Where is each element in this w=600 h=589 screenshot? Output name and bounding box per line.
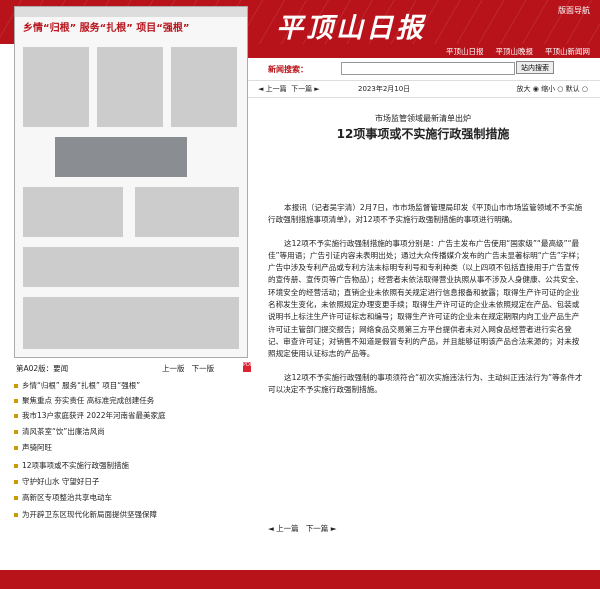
list-item-label: 乡情“归根” 服务“扎根” 项目“强根” bbox=[22, 381, 141, 390]
prev-label: 上一篇 bbox=[265, 85, 287, 93]
bullet-icon bbox=[14, 464, 18, 468]
list-item-label: 为开辟卫东区现代化新局面提供坚强保障 bbox=[22, 510, 157, 519]
bullet-icon bbox=[14, 480, 18, 484]
list-item[interactable]: 乡情“归根” 服务“扎根” 项目“强根” bbox=[14, 380, 140, 391]
article-toolbar: ◄ 上一篇 下一篇 ► 2023年2月10日 放大 ◉ 缩小 ○ 默认 ○ bbox=[246, 80, 600, 98]
list-item[interactable]: 我市13户家庭获评 2022年河南省最美家庭 bbox=[14, 410, 166, 421]
paper-masthead bbox=[15, 7, 247, 17]
article-paragraph: 这12项不予实施行政强制措施的事项分别是：广告主发布广告使用“国家级”“最高级”… bbox=[268, 238, 584, 359]
page-guide-link[interactable]: 版面导航 bbox=[558, 5, 590, 16]
list-item[interactable]: 守护好山水 守望好日子 bbox=[14, 476, 99, 487]
search-input[interactable] bbox=[341, 62, 515, 75]
list-item-label: 聚焦重点 夯实责任 高标准完成创建任务 bbox=[22, 396, 155, 405]
list-item-label: 高新区专项整治共享电动车 bbox=[22, 493, 112, 502]
article-subtitle: 市场监管领域最新清单出炉 bbox=[375, 114, 471, 123]
page-turn-controls: 上一版 下一版 bbox=[162, 363, 214, 374]
issue-date: 2023年2月10日 bbox=[358, 85, 411, 93]
bottom-next-label: 下一篇 bbox=[305, 524, 329, 533]
article-paragraph: 本报讯（记者吴宇清）2月7日，市市场监督管理局印发《平顶山市市场监管领域不予实施… bbox=[268, 203, 583, 225]
article-body: 本报讯（记者吴宇清）2月7日，市市场监督管理局印发《平顶山市市场监管领域不予实施… bbox=[268, 202, 586, 396]
site-footer bbox=[0, 570, 600, 589]
next-article-link[interactable]: 下一篇 ► bbox=[289, 85, 320, 93]
paper-text-block bbox=[23, 247, 239, 287]
paper-text-block bbox=[23, 47, 89, 127]
bullet-icon bbox=[14, 399, 18, 403]
bullet-icon bbox=[14, 513, 18, 517]
font-enlarge-option[interactable]: 放大 ◉ bbox=[517, 85, 539, 93]
prev-page-button[interactable]: 上一版 bbox=[162, 364, 185, 373]
font-default-option[interactable]: 默认 ○ bbox=[566, 85, 588, 93]
pdf-icon[interactable]: PDF bbox=[243, 362, 253, 372]
font-shrink-option[interactable]: 缩小 ○ bbox=[541, 85, 563, 93]
newspaper-page-image[interactable]: 乡情“归根” 服务“扎根” 项目“强根” bbox=[14, 6, 248, 358]
bullet-icon bbox=[14, 384, 18, 388]
font-shrink-label: 缩小 bbox=[541, 85, 556, 93]
font-enlarge-label: 放大 bbox=[516, 85, 531, 93]
prev-next-group: ◄ 上一篇 下一篇 ► bbox=[258, 84, 320, 94]
bottom-next-link[interactable]: 下一篇 ► bbox=[306, 524, 337, 533]
page-name: 第A02版：要闻 bbox=[16, 364, 69, 373]
list-item[interactable]: 清风茶室“饮”出廉洁风尚 bbox=[14, 426, 105, 437]
bottom-prev-link[interactable]: ◄ 上一篇 bbox=[268, 524, 299, 533]
paper-text-block bbox=[23, 187, 123, 237]
list-item[interactable]: 声骑阿旺 bbox=[14, 442, 52, 453]
sub-navigation: 平顶山日报 平顶山晚报 平顶山新闻网 bbox=[246, 44, 600, 58]
site-search-button[interactable]: 站内搜索 bbox=[516, 61, 554, 74]
list-item-label: 我市13户家庭获评 2022年河南省最美家庭 bbox=[22, 411, 166, 420]
subnav-link-evening[interactable]: 平顶山晚报 bbox=[496, 46, 534, 57]
list-item-label: 12项事项或不实施行政强制措施 bbox=[22, 461, 130, 470]
article-title: 12项事项或不实施行政强制措施 bbox=[336, 127, 510, 141]
list-item[interactable]: 聚焦重点 夯实责任 高标准完成创建任务 bbox=[14, 395, 154, 406]
paper-text-block bbox=[171, 47, 237, 127]
article-paragraph: 这12项不予实施行政强制的事项须符合“初次实施违法行为、主动纠正违法行为”等条件… bbox=[268, 372, 583, 394]
article-bottom-nav: ◄ 上一篇 下一篇 ► bbox=[268, 523, 336, 534]
paper-text-block bbox=[135, 187, 239, 237]
paper-headline: 乡情“归根” 服务“扎根” 项目“强根” bbox=[23, 23, 190, 34]
next-page-button[interactable]: 下一版 bbox=[192, 364, 215, 373]
prev-article-link[interactable]: ◄ 上一篇 bbox=[258, 85, 287, 93]
bullet-icon bbox=[14, 414, 18, 418]
list-item-label: 清风茶室“饮”出廉洁风尚 bbox=[22, 427, 105, 436]
subnav-link-daily[interactable]: 平顶山日报 bbox=[446, 46, 484, 57]
bottom-prev-label: 上一篇 bbox=[276, 524, 299, 533]
bullet-icon bbox=[14, 430, 18, 434]
font-size-controls: 放大 ◉ 缩小 ○ 默认 ○ bbox=[517, 84, 589, 94]
paper-text-block bbox=[97, 47, 163, 127]
site-logo[interactable]: 平顶山日报 bbox=[276, 6, 426, 45]
list-item[interactable]: 为开辟卫东区现代化新局面提供坚强保障 bbox=[14, 509, 157, 520]
list-item-label: 守护好山水 守望好日子 bbox=[22, 477, 100, 486]
subnav-link-news[interactable]: 平顶山新闻网 bbox=[545, 46, 590, 57]
search-label: 新闻搜索： bbox=[268, 65, 308, 74]
bullet-icon bbox=[14, 496, 18, 500]
next-label: 下一篇 bbox=[291, 85, 313, 93]
list-item[interactable]: 12项事项或不实施行政强制措施 bbox=[14, 460, 129, 471]
bullet-icon bbox=[14, 446, 18, 450]
list-item-label: 声骑阿旺 bbox=[22, 443, 52, 452]
search-bar: 新闻搜索： 站内搜索 bbox=[246, 58, 600, 80]
font-default-label: 默认 bbox=[565, 85, 580, 93]
list-item[interactable]: 高新区专项整治共享电动车 bbox=[14, 492, 112, 503]
paper-text-block bbox=[23, 297, 239, 349]
paper-photo bbox=[55, 137, 187, 177]
paper-page-nav: 第A02版：要闻 上一版 下一版 PDF bbox=[14, 362, 253, 374]
